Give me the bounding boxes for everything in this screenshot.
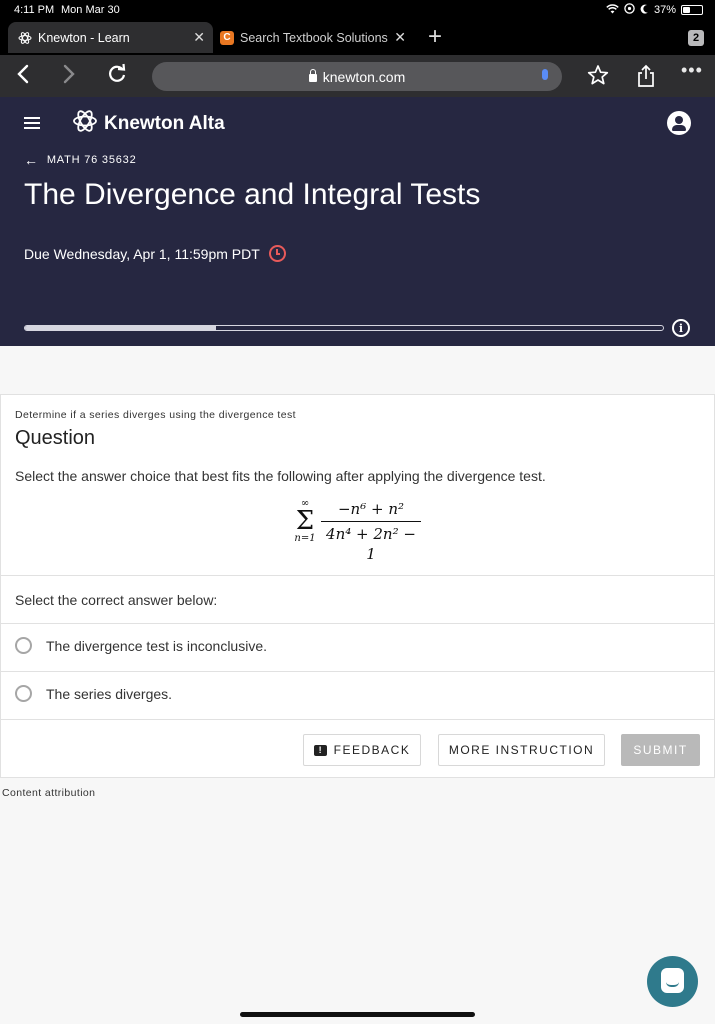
sum-lower-limit: n=1 [294, 533, 316, 544]
brand-name: Knewton Alta [104, 113, 225, 134]
status-time: 4:11 PM [14, 4, 55, 16]
submit-button[interactable]: SUBMIT [621, 734, 700, 766]
chegg-c-icon: C [220, 30, 234, 45]
brand-logo[interactable]: Knewton Alta [72, 109, 225, 139]
course-header: Knewton Alta ← MATH 76 35632 The Diverge… [0, 97, 715, 346]
tab-label: Search Textbook Solutions [240, 30, 388, 45]
tab-chegg-search[interactable]: C Search Textbook Solutions ✕ [214, 22, 414, 53]
status-right: 37% [606, 3, 703, 17]
tab-count-badge[interactable]: 2 [688, 30, 704, 46]
assignment-title: The Divergence and Integral Tests [24, 178, 481, 211]
address-bar[interactable]: knewton.com [152, 62, 562, 91]
knewton-atom-icon [72, 109, 104, 139]
progress-fill [25, 326, 217, 330]
browser-toolbar: knewton.com ••• [0, 55, 715, 97]
home-indicator[interactable] [240, 1012, 475, 1017]
divider [1, 719, 714, 720]
select-instruction: Select the correct answer below: [15, 592, 218, 608]
more-options-icon[interactable]: ••• [681, 59, 703, 81]
arrow-left-icon: ← [24, 152, 39, 168]
microphone-icon[interactable] [542, 69, 548, 80]
tab-label: Knewton - Learn [38, 30, 130, 45]
close-tab-icon[interactable]: ✕ [193, 29, 205, 46]
hamburger-menu-icon[interactable] [24, 117, 40, 132]
forward-chevron-icon[interactable] [62, 63, 76, 90]
divider [1, 623, 714, 624]
content-attribution-link[interactable]: Content attribution [2, 787, 95, 799]
star-bookmark-icon[interactable] [587, 64, 609, 91]
series-fraction: −n⁶ + n² 4n⁴ + 2n² − 1 [321, 499, 421, 564]
moon-icon [640, 4, 649, 17]
divider [1, 671, 714, 672]
browser-tab-bar: Knewton - Learn ✕ C Search Textbook Solu… [0, 20, 715, 55]
user-avatar-icon[interactable] [667, 111, 691, 135]
summation: ∞ Σ n=1 [292, 499, 318, 545]
sigma-symbol: Σ [295, 506, 315, 536]
more-instruction-label: MORE INSTRUCTION [448, 743, 595, 757]
radio-button[interactable] [15, 637, 32, 654]
feedback-icon: ! [313, 744, 327, 756]
ios-status-bar: 4:11 PM Mon Mar 30 37% [0, 0, 715, 20]
close-tab-icon[interactable]: ✕ [394, 29, 406, 46]
fraction-numerator: −n⁶ + n² [321, 499, 421, 522]
clock-icon [268, 245, 286, 262]
share-icon[interactable] [635, 64, 657, 93]
answer-option-label: The series diverges. [46, 685, 173, 702]
divider [1, 575, 714, 576]
question-card: Determine if a series diverges using the… [0, 394, 715, 778]
feedback-label: FEEDBACK [333, 743, 411, 757]
more-instruction-button[interactable]: MORE INSTRUCTION [438, 734, 605, 766]
series-formula: ∞ Σ n=1 −n⁶ + n² 4n⁴ + 2n² − 1 [286, 495, 436, 563]
answer-option-label: The divergence test is inconclusive. [46, 637, 267, 654]
info-icon[interactable]: i [672, 319, 690, 337]
assignment-progress-bar [24, 325, 664, 331]
lock-icon [308, 68, 317, 82]
tab-knewton-learn[interactable]: Knewton - Learn ✕ [8, 22, 213, 53]
wifi-icon [606, 3, 619, 17]
question-heading: Question [15, 427, 96, 449]
url-text: knewton.com [322, 68, 406, 85]
radio-button[interactable] [15, 685, 32, 702]
back-chevron-icon[interactable] [16, 63, 30, 90]
screen-lock-icon [624, 3, 635, 17]
back-to-course-link[interactable]: ← MATH 76 35632 [24, 152, 137, 168]
question-prompt: Select the answer choice that best fits … [15, 468, 546, 484]
learning-objective: Determine if a series diverges using the… [15, 409, 296, 421]
fraction-denominator: 4n⁴ + 2n² − 1 [326, 525, 416, 563]
reload-icon[interactable] [106, 63, 128, 90]
answer-option-diverges[interactable]: The series diverges. [15, 685, 172, 702]
answer-option-inconclusive[interactable]: The divergence test is inconclusive. [15, 637, 267, 654]
submit-label: SUBMIT [633, 743, 688, 757]
chat-support-icon[interactable] [647, 956, 698, 1007]
battery-percent: 37% [653, 4, 676, 16]
feedback-button[interactable]: ! FEEDBACK [303, 734, 421, 766]
battery-fill [683, 7, 690, 13]
due-date: Due Wednesday, Apr 1, 11:59pm PDT [24, 245, 286, 262]
battery-icon [681, 5, 703, 15]
status-date: Mon Mar 30 [61, 4, 120, 16]
course-code: MATH 76 35632 [46, 154, 137, 166]
new-tab-plus-icon[interactable]: + [428, 25, 442, 49]
due-date-text: Due Wednesday, Apr 1, 11:59pm PDT [24, 245, 260, 262]
knewton-atom-icon [18, 31, 32, 45]
